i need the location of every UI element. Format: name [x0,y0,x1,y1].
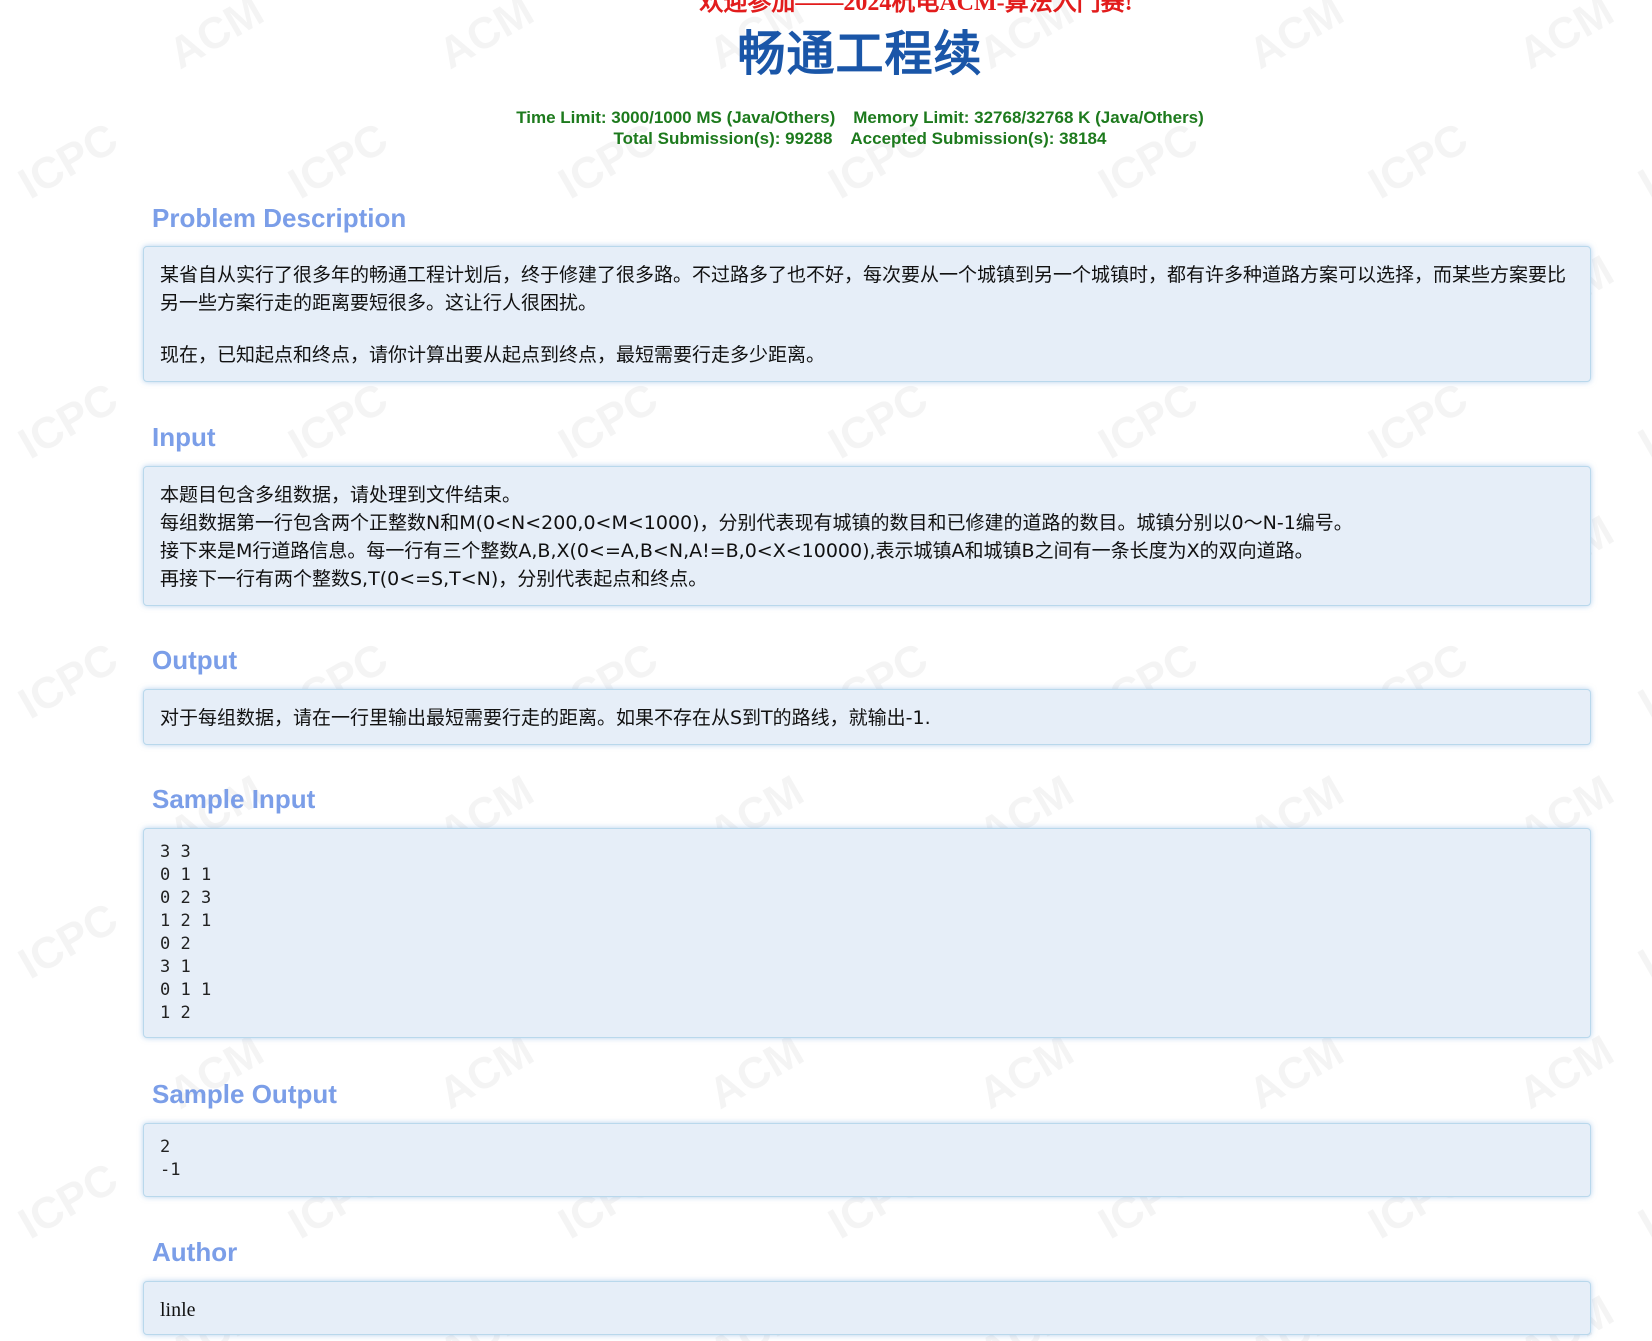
total-submissions: Total Submission(s): 99288 [613,129,833,148]
section-title-sample-input: Sample Input [152,784,316,814]
section-title-output: Output [152,645,238,675]
watermark-text: ICPC [1631,634,1652,729]
watermark-text: ICPC [551,374,667,469]
watermark-text: ICPC [11,1154,127,1249]
input-line: 再接下一行有两个整数S,T(0<=S,T<N)，分别代表起点和终点。 [160,568,708,590]
input-line: 每组数据第一行包含两个正整数N和M(0<N<200,0<M<1000)，分别代表… [160,512,1353,534]
watermark-text: ACM [431,1026,542,1119]
watermark-text: ICPC [11,894,127,989]
input-line: 接下来是M行道路信息。每一行有三个整数A,B,X(0<=A,B<N,A!=B,0… [160,540,1314,562]
watermark-text: ICPC [1631,894,1652,989]
watermark-text: ICPC [1631,1154,1652,1249]
section-title-sample-output: Sample Output [152,1079,337,1109]
input-line: 本题目包含多组数据，请处理到文件结束。 [160,484,522,506]
sample-output-text[interactable]: 2 -1 [160,1136,1574,1182]
description-paragraph: 现在，已知起点和终点，请你计算出要从起点到终点，最短需要行走多少距离。 [160,344,826,366]
watermark-text: ACM [1241,1026,1352,1119]
watermark-text: ACM [971,1026,1082,1119]
output-panel: 对于每组数据，请在一行里输出最短需要行走的距离。如果不存在从S到T的路线，就输出… [143,689,1591,745]
watermark-text: ACM [1511,1026,1622,1119]
description-panel: 某省自从实行了很多年的畅通工程计划后，终于修建了很多路。不过路多了也不好，每次要… [143,246,1591,382]
watermark-text: ICPC [1091,374,1207,469]
watermark-text: ICPC [281,374,397,469]
sample-output-panel[interactable]: 2 -1 [143,1123,1591,1197]
problem-limits: Time Limit: 3000/1000 MS (Java/Others) Me… [0,107,1652,149]
author-name: linle [160,1299,196,1321]
watermark-text: ICPC [1631,374,1652,469]
watermark-text: ICPC [1361,374,1477,469]
sample-input-panel[interactable]: 3 3 0 1 1 0 2 3 1 2 1 0 2 3 1 0 1 1 1 2 [143,828,1591,1038]
author-panel: linle [143,1281,1591,1335]
time-limit: Time Limit: 3000/1000 MS (Java/Others) [516,108,836,127]
problem-title: 畅通工程续 [737,26,983,82]
sample-input-text[interactable]: 3 3 0 1 1 0 2 3 1 2 1 0 2 3 1 0 1 1 1 2 [160,841,1574,1025]
accepted-submissions: Accepted Submission(s): 38184 [850,129,1107,148]
description-paragraph: 某省自从实行了很多年的畅通工程计划后，终于修建了很多路。不过路多了也不好，每次要… [160,264,1567,314]
input-panel: 本题目包含多组数据，请处理到文件结束。 每组数据第一行包含两个正整数N和M(0<… [143,466,1591,606]
section-title-input: Input [152,422,216,452]
memory-limit: Memory Limit: 32768/32768 K (Java/Others… [853,108,1204,127]
output-text: 对于每组数据，请在一行里输出最短需要行走的距离。如果不存在从S到T的路线，就输出… [160,707,931,729]
watermark-text: ICPC [821,374,937,469]
watermark-text: ACM [701,1026,812,1119]
section-title-description: Problem Description [152,203,407,233]
watermark-text: ICPC [11,374,127,469]
section-title-author: Author [152,1237,238,1267]
watermark-text: ICPC [11,634,127,729]
